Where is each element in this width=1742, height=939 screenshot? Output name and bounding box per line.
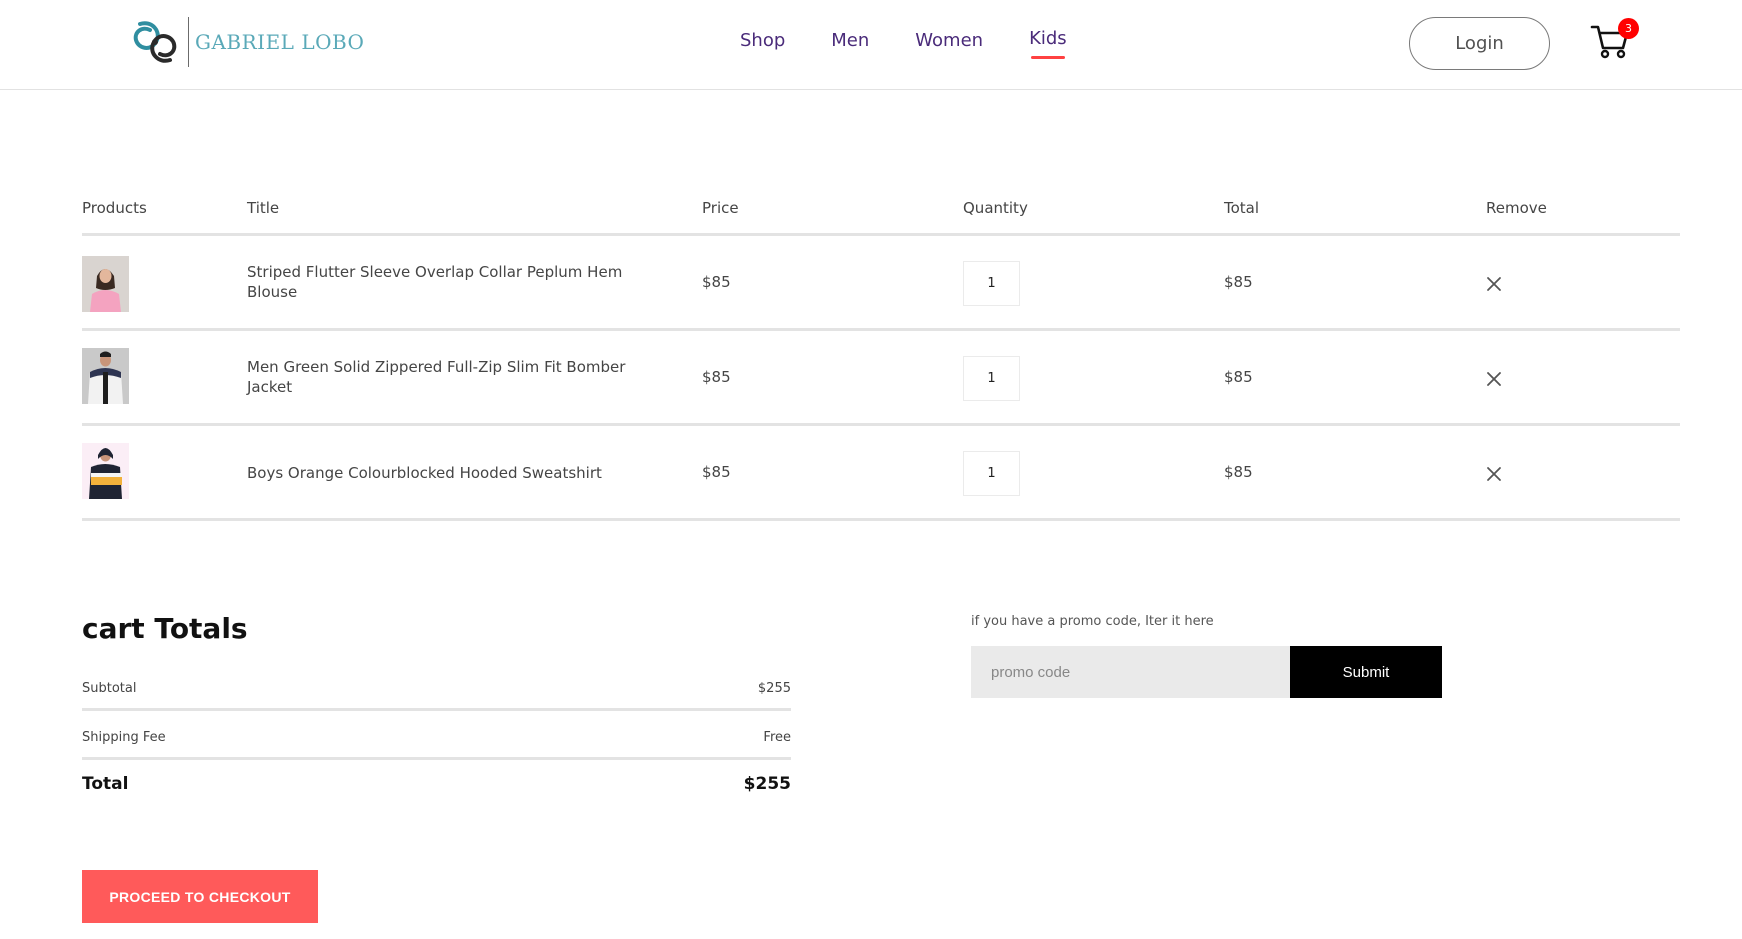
header-remove: Remove	[1486, 199, 1547, 217]
nav-menu: Shop Men Women Kids	[740, 28, 1067, 59]
product-price: $85	[702, 368, 731, 386]
cart-count-badge: 3	[1618, 18, 1639, 39]
login-button[interactable]: Login	[1409, 17, 1550, 70]
nav-item-men[interactable]: Men	[831, 30, 869, 51]
total-label: Total	[82, 774, 129, 794]
product-total: $85	[1224, 463, 1253, 481]
quantity-field[interactable]: 1	[963, 261, 1020, 306]
total-row: Total $255	[82, 760, 791, 809]
header-total: Total	[1224, 199, 1260, 217]
nav-item-women[interactable]: Women	[915, 30, 983, 51]
brand-name: GABRIEL LOBO	[195, 30, 365, 54]
logo-divider	[188, 17, 189, 67]
total-value: $255	[743, 774, 791, 794]
header-products: Products	[82, 199, 147, 217]
product-total: $85	[1224, 368, 1253, 386]
product-price: $85	[702, 463, 731, 481]
promo-label: if you have a promo code, Iter it here	[971, 614, 1214, 629]
shipping-label: Shipping Fee	[82, 730, 166, 745]
remove-icon[interactable]	[1486, 466, 1502, 482]
table-row: Men Green Solid Zippered Full-Zip Slim F…	[82, 331, 1680, 426]
header-price: Price	[702, 199, 739, 217]
header-quantity: Quantity	[963, 199, 1028, 217]
product-price: $85	[702, 273, 731, 291]
promo-code-input[interactable]	[971, 646, 1290, 698]
subtotal-value: $255	[757, 681, 791, 696]
subtotal-row: Subtotal $255	[82, 662, 791, 711]
proceed-to-checkout-button[interactable]: PROCEED TO CHECKOUT	[82, 870, 318, 923]
quantity-field[interactable]: 1	[963, 356, 1020, 401]
product-total: $85	[1224, 273, 1253, 291]
product-image[interactable]	[82, 256, 129, 312]
remove-icon[interactable]	[1486, 276, 1502, 292]
logo-mark-icon	[133, 21, 177, 63]
header-title: Title	[247, 199, 280, 217]
table-header: Products Title Price Quantity Total Remo…	[82, 196, 1680, 236]
product-image[interactable]	[82, 443, 129, 499]
cart-items-table: Products Title Price Quantity Total Remo…	[82, 196, 1680, 521]
product-title[interactable]: Boys Orange Colourblocked Hooded Sweatsh…	[247, 463, 627, 483]
subtotal-label: Subtotal	[82, 681, 137, 696]
product-title[interactable]: Men Green Solid Zippered Full-Zip Slim F…	[247, 357, 627, 397]
brand-logo[interactable]: GABRIEL LOBO	[132, 16, 364, 68]
product-image[interactable]	[82, 348, 129, 404]
remove-icon[interactable]	[1486, 371, 1502, 387]
table-row: Boys Orange Colourblocked Hooded Sweatsh…	[82, 426, 1680, 521]
nav-item-kids[interactable]: Kids	[1029, 28, 1067, 59]
shipping-row: Shipping Fee Free	[82, 711, 791, 760]
quantity-field[interactable]: 1	[963, 451, 1020, 496]
product-title[interactable]: Striped Flutter Sleeve Overlap Collar Pe…	[247, 262, 627, 302]
table-row: Striped Flutter Sleeve Overlap Collar Pe…	[82, 236, 1680, 331]
shipping-value: Free	[763, 730, 791, 745]
cart-totals: cart Totals Subtotal $255 Shipping Fee F…	[82, 612, 791, 809]
promo-submit-button[interactable]: Submit	[1290, 646, 1442, 698]
nav-item-shop[interactable]: Shop	[740, 30, 785, 51]
cart-totals-heading: cart Totals	[82, 612, 248, 645]
navbar: GABRIEL LOBO Shop Men Women Kids Login 3	[0, 0, 1742, 90]
